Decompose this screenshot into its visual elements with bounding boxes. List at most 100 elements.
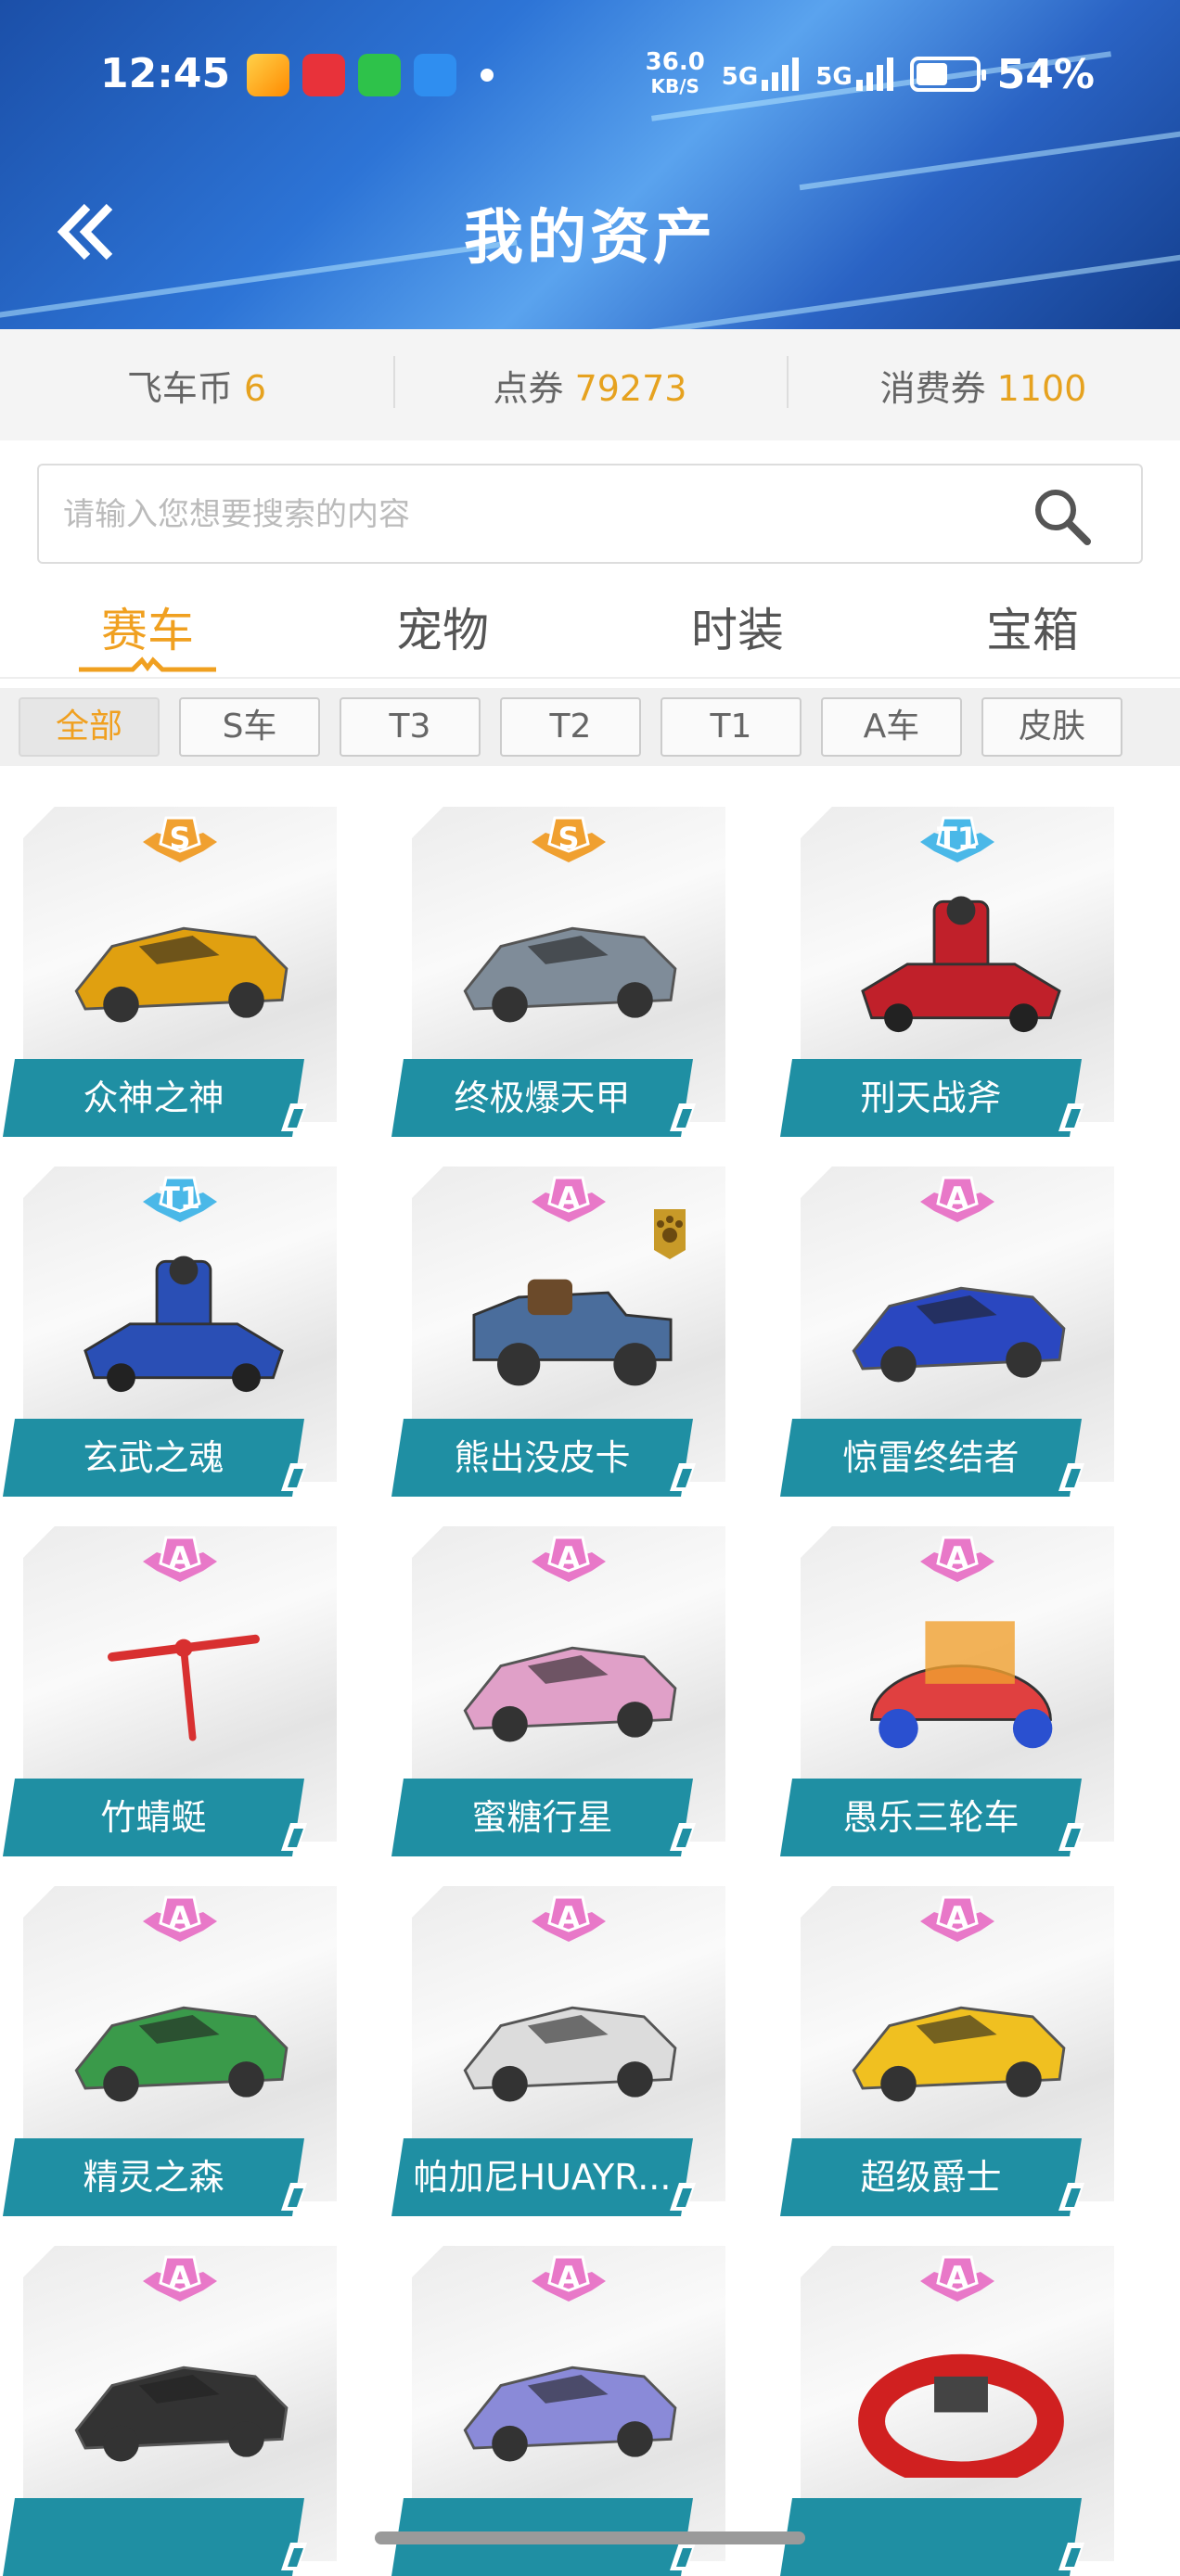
currency-value: 79273 (574, 367, 687, 409)
car-image (870, 1621, 1053, 1749)
filter-chip[interactable]: T1 (661, 697, 802, 757)
asset-card[interactable]: A 精灵之森 (3, 1877, 339, 2216)
notification-icons (247, 54, 494, 96)
car-image (74, 2366, 289, 2462)
tab-2[interactable]: 时装 (590, 577, 885, 677)
sim1-label: 5G (721, 63, 759, 91)
corner-tag-icon (281, 1103, 307, 1131)
grade-badge-text: A (557, 2260, 581, 2295)
grade-badge-text: S (558, 821, 580, 856)
status-time: 12:45 (100, 50, 231, 97)
tab-label: 宝箱 (986, 604, 1079, 657)
paw-medal-icon (654, 1209, 686, 1259)
car-image (463, 2006, 677, 2102)
home-indicator[interactable] (375, 2531, 805, 2544)
car-image (108, 1634, 260, 1741)
car-image (83, 1256, 284, 1393)
asset-card[interactable]: T1 玄武之魂 (3, 1157, 339, 1497)
corner-tag-icon (1058, 2183, 1084, 2211)
tab-1[interactable]: 宠物 (295, 577, 590, 677)
asset-name-label: 蜜糖行星 (391, 1779, 693, 1856)
filter-chip[interactable]: A车 (821, 697, 962, 757)
grade-badge-text: A (557, 1180, 581, 1216)
tab-0[interactable]: 赛车 (0, 577, 295, 677)
asset-name-label: 愚乐三轮车 (780, 1779, 1082, 1856)
currency-value: 1100 (996, 367, 1087, 409)
corner-tag-icon (1058, 1823, 1084, 1851)
asset-name-label: 惊雷终结者 (780, 1419, 1082, 1497)
battery-icon (909, 57, 986, 92)
search-input[interactable] (61, 486, 993, 543)
currency-2: 消费券 1100 (787, 355, 1180, 411)
asset-card[interactable]: A 愚乐三轮车 (780, 1517, 1116, 1856)
corner-tag-icon (670, 1103, 696, 1131)
corner-tag-icon (281, 2543, 307, 2570)
asset-card[interactable]: A (780, 2237, 1116, 2576)
asset-name-label (3, 2498, 304, 2576)
car-image (463, 1646, 677, 1742)
net-speed-unit: KB/S (650, 75, 699, 97)
tab-label: 宠物 (396, 604, 489, 657)
asset-card[interactable]: A 帕加尼HUAYR... (391, 1877, 727, 2216)
battery-percent: 54% (996, 50, 1095, 98)
asset-name-label: 熊出没皮卡 (391, 1419, 693, 1497)
active-tab-indicator (79, 657, 216, 672)
grade-badge-text: A (168, 1540, 192, 1575)
filter-chip[interactable]: 全部 (19, 697, 160, 757)
corner-tag-icon (670, 2183, 696, 2211)
currency-1: 点券 79273 (393, 355, 787, 411)
asset-name-label: 玄武之魂 (3, 1419, 304, 1497)
corner-tag-icon (670, 1823, 696, 1851)
currency-bar: 飞车币 6 点券 79273 消费券 1100 (0, 329, 1180, 440)
corner-tag-icon (281, 1823, 307, 1851)
asset-card[interactable]: A (391, 2237, 727, 2576)
asset-name-label: 众神之神 (3, 1059, 304, 1137)
asset-card[interactable]: S 终极爆天甲 (391, 797, 727, 1137)
asset-card[interactable]: A 惊雷终结者 (780, 1157, 1116, 1497)
filter-chip[interactable]: S车 (179, 697, 320, 757)
net-speed-value: 36.0 (645, 48, 705, 76)
search-box[interactable] (37, 464, 1143, 564)
page-title: 我的资产 (464, 204, 716, 273)
filter-chip[interactable]: T2 (500, 697, 641, 757)
app-notification-icon (247, 54, 289, 96)
grade-badge-text: A (168, 1900, 192, 1935)
car-image (74, 926, 289, 1023)
corner-tag-icon (670, 1463, 696, 1491)
car-image (858, 2353, 1064, 2478)
corner-tag-icon (1058, 1463, 1084, 1491)
status-bar: 12:45 36.0 KB/S 5G 5G 54% (0, 46, 1180, 111)
filter-chip[interactable]: 皮肤 (981, 697, 1122, 757)
car-image (472, 1279, 673, 1386)
asset-card[interactable]: A 超级爵士 (780, 1877, 1116, 2216)
car-image (852, 1286, 1066, 1383)
asset-card[interactable]: S 众神之神 (3, 797, 339, 1137)
car-image (463, 2366, 677, 2462)
grade-badge-text: S (169, 821, 191, 856)
asset-name-label: 帕加尼HUAYR... (391, 2138, 693, 2216)
asset-card[interactable]: A 蜜糖行星 (391, 1517, 727, 1856)
more-notifications-icon (481, 69, 494, 82)
grade-badge-text: T1 (159, 1180, 201, 1216)
category-tabs: 赛车 宠物 时装 宝箱 (0, 577, 1180, 679)
filter-chip[interactable]: T3 (340, 697, 481, 757)
currency-0: 飞车币 6 (0, 360, 393, 411)
message-app-icon (358, 54, 401, 96)
asset-card[interactable]: A 熊出没皮卡 (391, 1157, 727, 1497)
search-icon[interactable] (1030, 484, 1095, 549)
currency-value: 6 (243, 367, 267, 409)
sim2-label: 5G (815, 63, 853, 91)
asset-card[interactable]: A (3, 2237, 339, 2576)
asset-name-label: 刑天战斧 (780, 1059, 1082, 1137)
currency-label: 消费券 (879, 367, 986, 409)
grade-badge-text: A (557, 1900, 581, 1935)
asset-name-label (780, 2498, 1082, 2576)
app-notification-icon (414, 54, 456, 96)
tab-3[interactable]: 宝箱 (885, 577, 1180, 677)
corner-tag-icon (281, 2183, 307, 2211)
asset-card[interactable]: T1 刑天战斧 (780, 797, 1116, 1137)
asset-card[interactable]: A 竹蜻蜓 (3, 1517, 339, 1856)
asset-name-label: 竹蜻蜓 (3, 1779, 304, 1856)
grade-badge-text: T1 (936, 821, 979, 856)
grade-badge-text: A (945, 2260, 969, 2295)
